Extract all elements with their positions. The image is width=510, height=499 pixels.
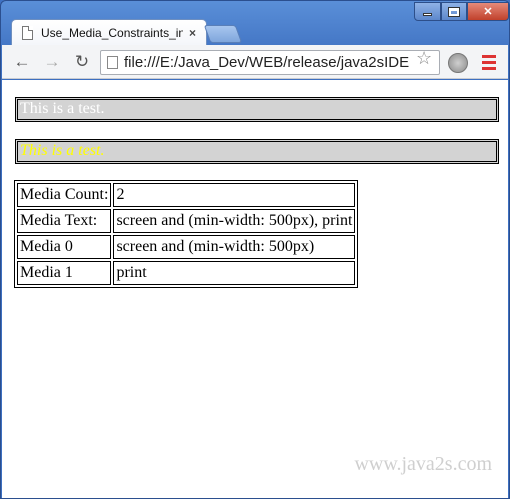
browser-window: Use_Media_Constraints_in × ✕ ← → ↻ file:… <box>0 0 510 499</box>
tab-close-icon[interactable]: × <box>189 26 196 40</box>
table-cell: Media Count: <box>17 183 112 207</box>
tab-title: Use_Media_Constraints_in <box>41 25 183 40</box>
media-table: Media Count: 2 Media Text: screen and (m… <box>14 180 359 288</box>
test-text-box-1: This is a test. <box>15 97 499 122</box>
page-icon <box>22 25 33 40</box>
close-window-button[interactable]: ✕ <box>467 2 509 21</box>
minimize-button[interactable] <box>414 2 441 21</box>
tab-strip: Use_Media_Constraints_in × ✕ <box>1 1 509 45</box>
menu-icon[interactable] <box>482 55 496 73</box>
browser-tab[interactable]: Use_Media_Constraints_in × <box>11 19 207 45</box>
table-row: Media Count: 2 <box>17 183 356 207</box>
reload-icon[interactable]: ↻ <box>70 50 94 74</box>
table-cell: Media 0 <box>17 235 112 259</box>
table-cell: screen and (min-width: 500px), print <box>113 209 356 233</box>
extension-icon[interactable] <box>448 53 468 73</box>
table-row: Media 1 print <box>17 261 356 285</box>
table-row: Media Text: screen and (min-width: 500px… <box>17 209 356 233</box>
test-text-box-2: This is a test. <box>15 139 499 164</box>
forward-arrow-icon[interactable]: → <box>40 50 64 74</box>
maximize-button[interactable] <box>441 2 467 21</box>
table-row: Media 0 screen and (min-width: 500px) <box>17 235 356 259</box>
page-content: This is a test. This is a test. Media Co… <box>2 80 508 498</box>
table-cell: screen and (min-width: 500px) <box>113 235 356 259</box>
table-cell: 2 <box>113 183 356 207</box>
bookmark-star-icon[interactable]: ☆ <box>416 48 432 69</box>
watermark: www.java2s.com <box>354 453 492 475</box>
url-text: file:///E:/Java_Dev/WEB/release/java2sID… <box>124 54 410 71</box>
table-cell: print <box>113 261 356 285</box>
table-cell: Media 1 <box>17 261 112 285</box>
address-bar[interactable]: file:///E:/Java_Dev/WEB/release/java2sID… <box>100 50 440 75</box>
new-tab-button[interactable] <box>203 25 243 43</box>
table-cell: Media Text: <box>17 209 112 233</box>
file-page-icon <box>107 56 118 69</box>
browser-toolbar: ← → ↻ file:///E:/Java_Dev/WEB/release/ja… <box>2 45 508 79</box>
back-arrow-icon[interactable]: ← <box>10 50 34 74</box>
